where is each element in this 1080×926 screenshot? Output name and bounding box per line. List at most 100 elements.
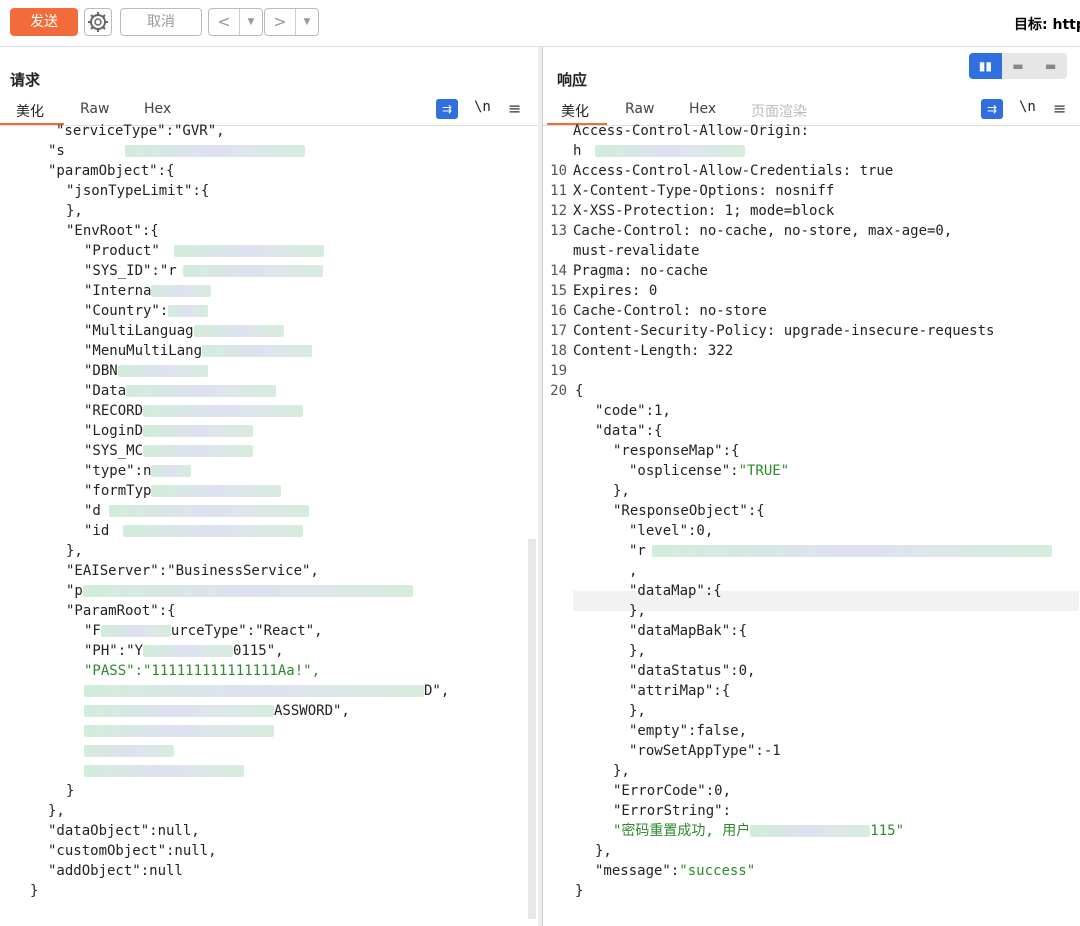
active-tab-indicator [0, 123, 64, 125]
code-line: "Product" [84, 241, 324, 261]
code-line: "dataMapBak":{ [629, 623, 748, 639]
code-line: "RECORD [84, 401, 304, 421]
newline-toggle[interactable]: \n [1019, 99, 1036, 115]
code-line: 11 X-Content-Type-Options: nosniff [550, 183, 835, 199]
code-line: "id [84, 521, 304, 541]
code-line: }, [595, 843, 612, 859]
code-line: }, [629, 643, 646, 659]
layout-toggle: ▮▮ ▬ ▬ [969, 53, 1067, 79]
code-line: }, [613, 763, 630, 779]
target-label[interactable]: 目标: http [1014, 14, 1080, 34]
code-line: "ParamRoot":{ [66, 603, 176, 619]
code-line: "dataObject":null, [48, 823, 200, 839]
code-line: "ResponseObject":{ [613, 503, 765, 519]
code-line: "F urceType":"React", [84, 623, 323, 639]
back-nav-group: < ▼ [208, 8, 263, 36]
forward-history-dropdown-icon[interactable]: ▼ [296, 9, 318, 35]
code-line [84, 721, 274, 741]
gear-icon [88, 12, 108, 32]
code-line: "customObject":null, [48, 843, 217, 859]
code-line: "EnvRoot":{ [66, 223, 159, 239]
settings-button[interactable] [84, 8, 112, 36]
code-line: "PH":"Y 0115", [84, 643, 284, 659]
code-line: "rowSetAppType":-1 [629, 743, 781, 759]
layout-split-icon[interactable]: ▮▮ [969, 53, 1002, 79]
code-line: "dataMap":{ [629, 583, 722, 599]
request-tab-raw[interactable]: Raw [80, 101, 109, 117]
request-editor[interactable]: "serviceType":"GVR", "s "paramObject":{ … [0, 123, 538, 926]
code-line: D", [84, 681, 449, 701]
code-line: 18 Content-Length: 322 [550, 343, 734, 359]
code-line: 20{ [550, 383, 584, 399]
code-line: 17 Content-Security-Policy: upgrade-insec… [550, 323, 995, 339]
code-line: } [66, 783, 75, 799]
code-line: "paramObject":{ [48, 163, 175, 179]
newline-toggle[interactable]: \n [474, 99, 491, 115]
code-line: "MultiLanguag [84, 321, 284, 341]
request-tab-pretty[interactable]: 美化 [16, 101, 44, 121]
code-line: "code":1, [595, 403, 671, 419]
response-editor[interactable]: Access-Control-Allow-Origin: h 10 Access-… [543, 123, 1080, 926]
code-line: }, [613, 483, 630, 499]
code-line: }, [48, 803, 65, 819]
code-line: "r [629, 541, 1052, 561]
code-line: "type":n [84, 461, 192, 481]
code-line: "ErrorCode":0, [613, 783, 732, 799]
request-scrollbar[interactable] [528, 539, 536, 919]
menu-icon[interactable]: ≡ [508, 99, 521, 118]
layout-horizontal-icon[interactable]: ▬ [1002, 53, 1035, 79]
code-line: 14 Pragma: no-cache [550, 263, 708, 279]
code-line: "message":"success" [595, 863, 756, 879]
response-tab-raw[interactable]: Raw [625, 101, 654, 117]
code-line [84, 741, 174, 761]
code-line: "DBN [84, 361, 208, 381]
code-line: "empty":false, [629, 723, 748, 739]
code-line: "s [48, 141, 305, 161]
code-line: "LoginD [84, 421, 254, 441]
code-line: "osplicense":"TRUE" [629, 463, 790, 479]
code-line: }, [66, 203, 83, 219]
code-line: 13 Cache-Control: no-cache, no-store, max… [550, 223, 953, 239]
code-line: 12 X-XSS-Protection: 1; mode=block [550, 203, 835, 219]
code-line: "密码重置成功, 用户 115" [613, 823, 905, 839]
response-title: 响应 [557, 71, 588, 89]
cancel-button[interactable]: 取消 [120, 8, 202, 36]
toolbar: 发送 取消 < ▼ > ▼ 目标: http [0, 0, 1080, 47]
forward-button[interactable]: > [265, 9, 296, 35]
send-button[interactable]: 发送 [10, 8, 78, 36]
code-line: must-revalidate [573, 243, 700, 259]
wrap-lines-icon[interactable]: ⇉ [981, 99, 1003, 119]
code-line: "SYS_ID":"r [84, 261, 323, 281]
code-line: "Country": [84, 301, 209, 321]
request-pane: 请求 美化 Raw Hex ⇉ \n ≡ "serviceType":"GVR"… [0, 47, 538, 926]
code-line: "responseMap":{ [613, 443, 740, 459]
code-line: "data":{ [595, 423, 663, 439]
code-line: } [575, 883, 584, 899]
code-line: "SYS_MC [84, 441, 254, 461]
code-line: "Data [84, 381, 277, 401]
code-line: "formTyp [84, 481, 282, 501]
response-tab-pretty[interactable]: 美化 [561, 101, 589, 121]
request-title: 请求 [10, 71, 41, 89]
back-button[interactable]: < [209, 9, 240, 35]
code-line: "dataStatus":0, [629, 663, 756, 679]
menu-icon[interactable]: ≡ [1053, 99, 1066, 118]
code-line: "d [84, 501, 309, 521]
code-line: Access-Control-Allow-Origin: [573, 123, 810, 139]
back-history-dropdown-icon[interactable]: ▼ [240, 9, 262, 35]
code-line: , [629, 563, 638, 579]
code-line: "serviceType":"GVR", [56, 123, 225, 139]
wrap-lines-icon[interactable]: ⇉ [436, 99, 458, 119]
layout-single-icon[interactable]: ▬ [1034, 53, 1067, 79]
code-line: 15 Expires: 0 [550, 283, 658, 299]
code-line [84, 761, 244, 781]
response-pane: 响应 ▮▮ ▬ ▬ 美化 Raw Hex 页面渲染 ⇉ \n ≡ Access-… [542, 47, 1080, 926]
response-tab-hex[interactable]: Hex [689, 101, 716, 117]
code-line: ASSWORD", [84, 701, 350, 721]
response-tab-render[interactable]: 页面渲染 [751, 101, 807, 121]
request-tab-hex[interactable]: Hex [144, 101, 171, 117]
code-line: "Interna [84, 281, 212, 301]
code-line: "jsonTypeLimit":{ [66, 183, 210, 199]
code-line: } [30, 883, 39, 899]
code-line: "MenuMultiLang [84, 341, 313, 361]
